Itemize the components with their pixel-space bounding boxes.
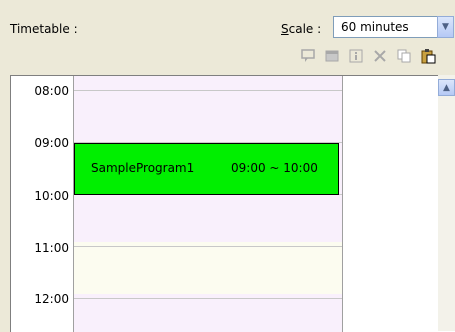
time-label: 12:00 [34,292,69,306]
vertical-scrollbar[interactable]: ▲ [438,75,455,331]
time-label: 08:00 [34,84,69,98]
timeslot-band[interactable] [74,190,342,242]
scale-label-text: cale : [288,22,322,36]
program-event[interactable]: SampleProgram1 09:00 ~ 10:00 [74,143,339,195]
timetable-label: Timetable : [10,22,78,36]
paste-icon[interactable] [418,46,438,66]
program-event-range: 09:00 ~ 10:00 [231,161,318,175]
scale-label-accesskey: S [281,22,289,36]
hour-divider [74,90,342,91]
hour-divider [74,298,342,299]
time-label: 11:00 [34,241,69,255]
time-label: 09:00 [34,136,69,150]
chevron-up-icon[interactable]: ▲ [438,79,455,96]
scale-select[interactable]: 60 minutes ▼ [333,16,454,38]
delete-icon[interactable] [370,46,390,66]
copy-icon[interactable] [394,46,414,66]
scale-label: Scale : [281,22,321,36]
timetable-grid: 08:00 09:00 10:00 11:00 12:00 SampleProg… [10,75,455,332]
chevron-down-icon[interactable]: ▼ [437,16,454,38]
timeslot-band[interactable] [74,294,342,332]
scale-select-value: 60 minutes [341,20,409,34]
properties-icon[interactable] [322,46,342,66]
hour-divider [74,246,342,247]
program-view-icon[interactable] [298,46,318,66]
time-label: 10:00 [34,189,69,203]
toolbar [298,46,438,68]
timeslot-band[interactable] [74,242,342,294]
timetable-slots [73,76,343,332]
info-icon[interactable] [346,46,366,66]
program-event-name: SampleProgram1 [91,161,195,175]
